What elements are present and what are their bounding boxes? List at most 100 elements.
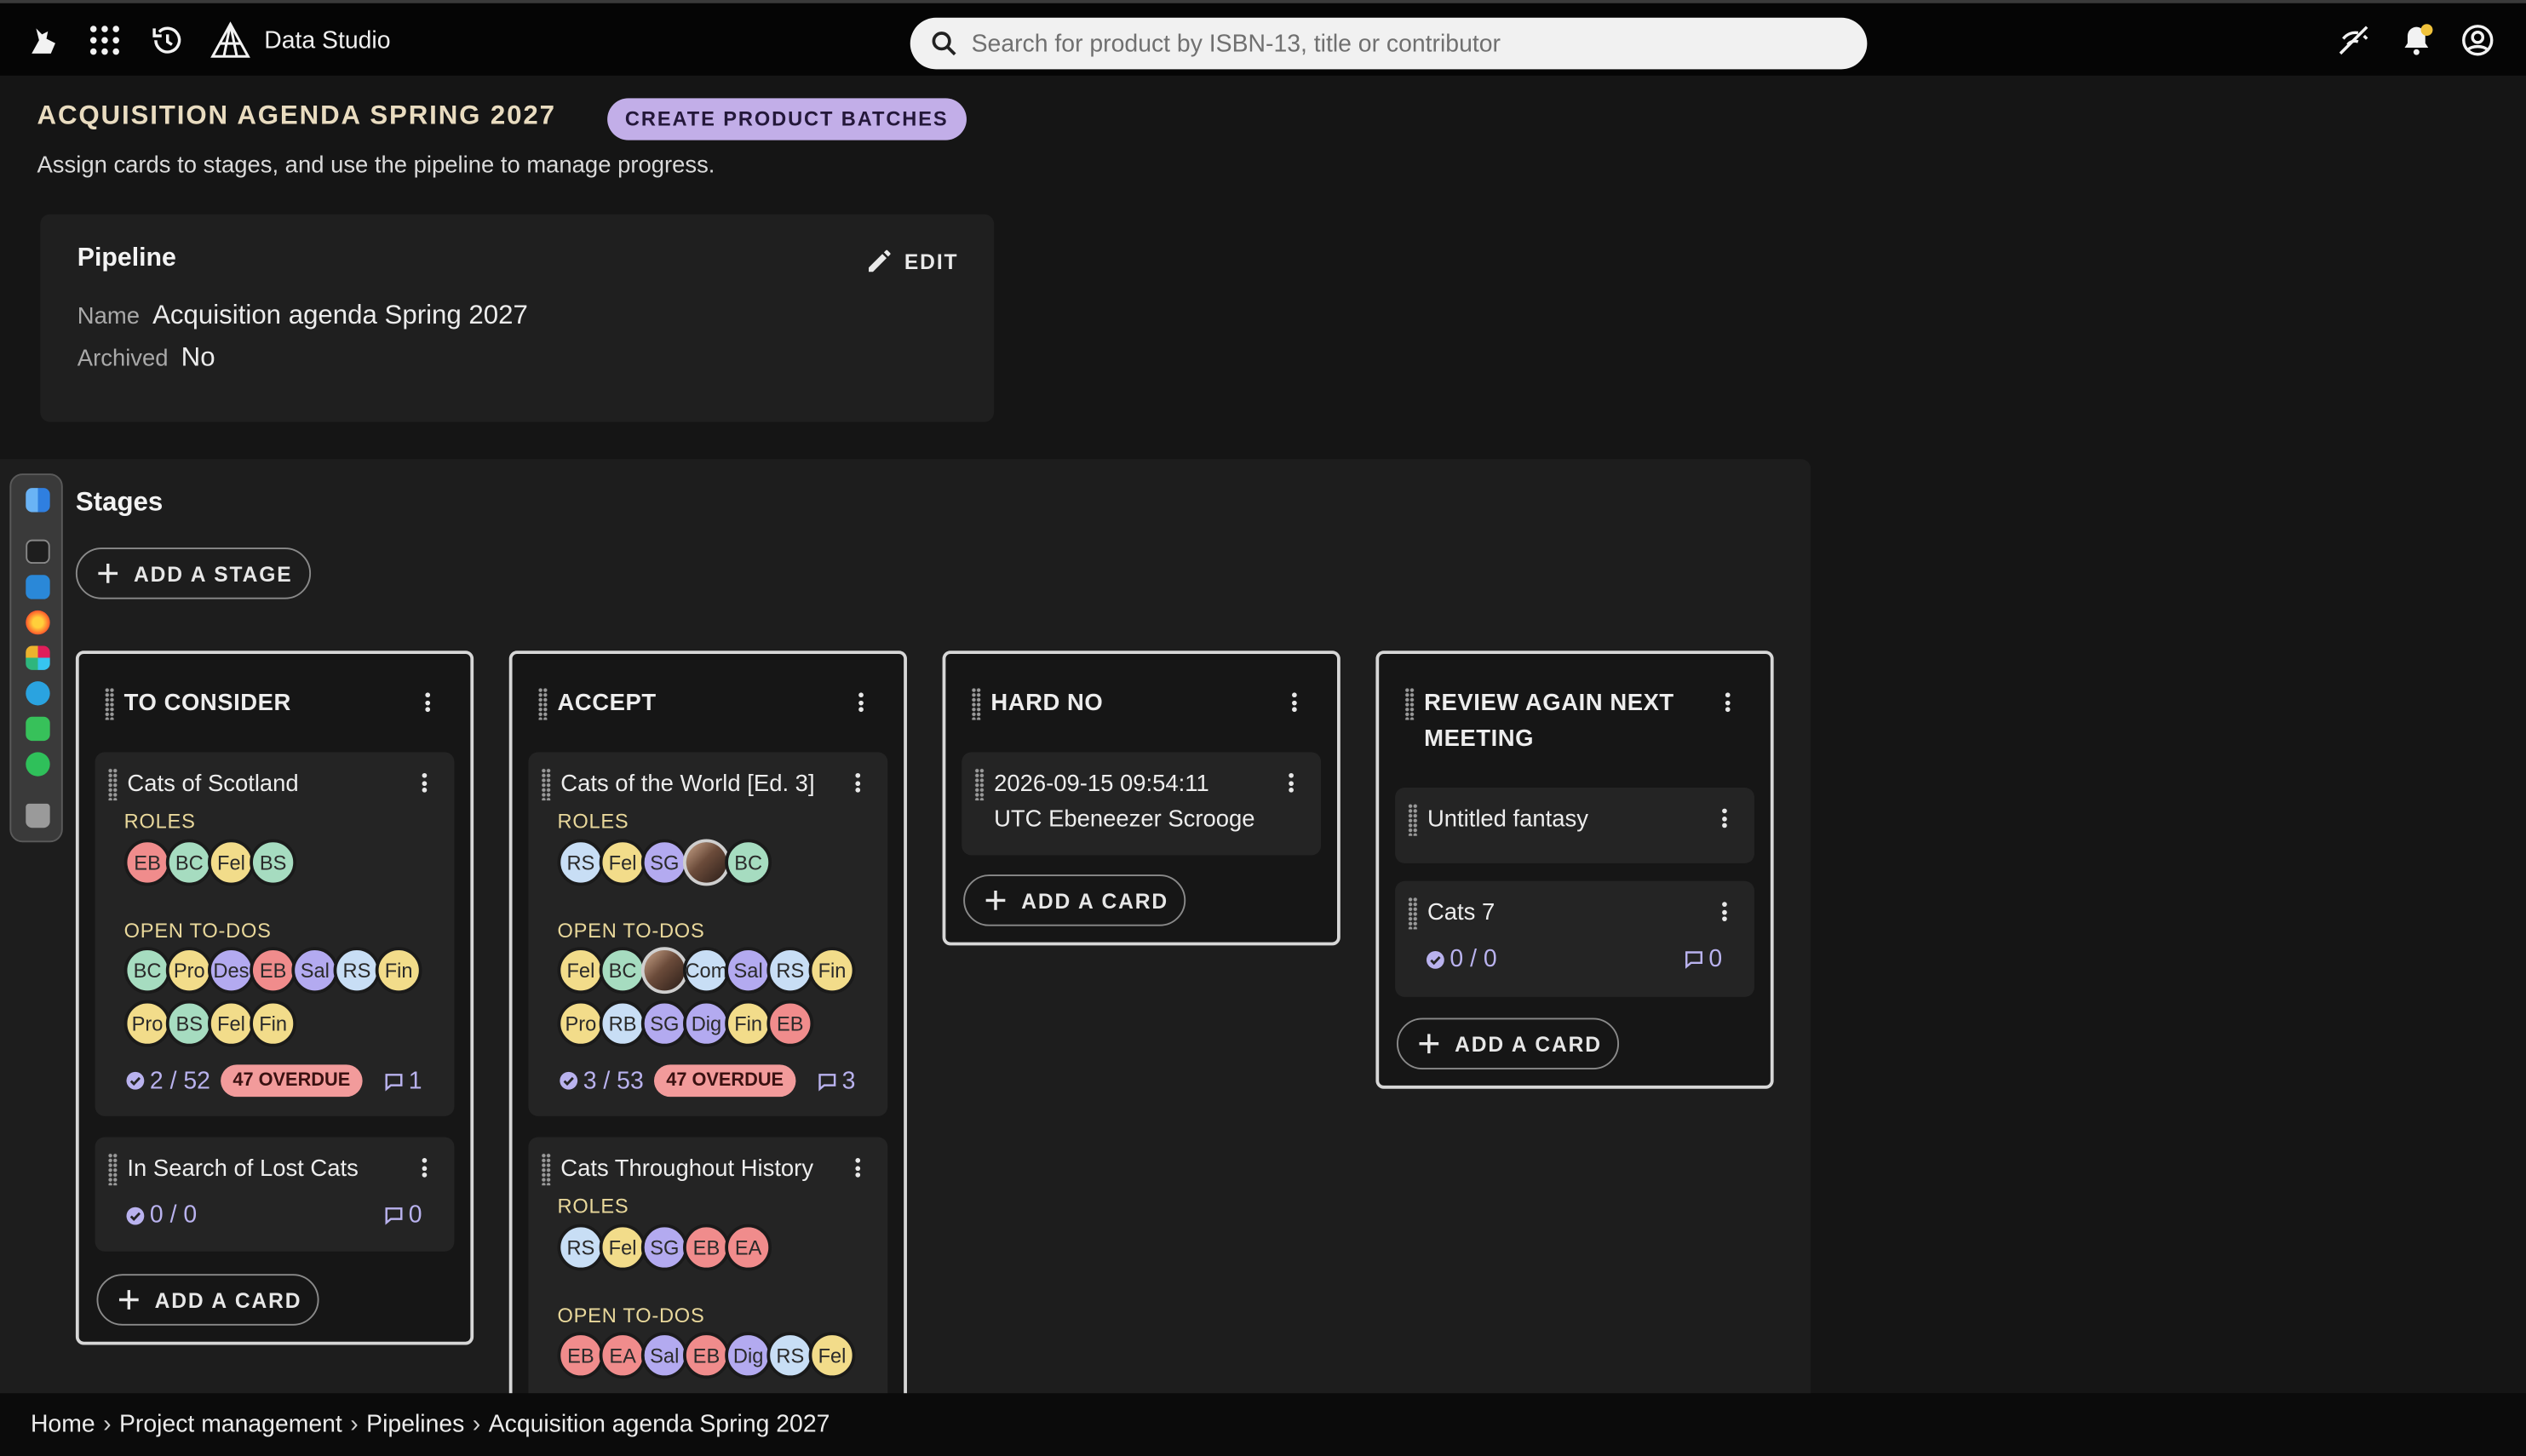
search-bar[interactable] <box>910 17 1868 70</box>
firefox-icon[interactable] <box>26 610 50 635</box>
pipeline-card[interactable]: Cats of Scotland ROLES EB BC Fel BS OPEN TO… <box>95 752 455 1116</box>
add-card-button[interactable]: ADD A CARD <box>963 874 1186 926</box>
avatar[interactable]: EB <box>250 947 297 995</box>
card-menu-icon[interactable] <box>849 1153 865 1182</box>
avatar[interactable]: Fel <box>208 839 255 886</box>
avatar[interactable]: EB <box>683 1224 730 1271</box>
avatar[interactable]: BS <box>165 1000 213 1047</box>
drag-handle-icon[interactable] <box>541 1153 551 1186</box>
comment-count[interactable]: 1 <box>383 1067 422 1094</box>
telegram-icon[interactable] <box>26 681 50 706</box>
offline-icon[interactable] <box>2334 21 2373 60</box>
avatar-photo[interactable] <box>683 839 730 886</box>
drag-handle-icon[interactable] <box>1408 803 1418 836</box>
avatar[interactable]: EB <box>123 839 171 886</box>
avatar[interactable]: Fin <box>250 1000 297 1047</box>
avatar[interactable]: BC <box>599 947 646 995</box>
drag-handle-icon[interactable] <box>107 1153 118 1186</box>
avatar[interactable]: SG <box>640 1224 688 1271</box>
card-menu-icon[interactable] <box>416 1153 432 1182</box>
avatar[interactable]: Fin <box>725 1000 772 1047</box>
drag-handle-icon[interactable] <box>971 687 981 720</box>
avatar[interactable]: EA <box>725 1224 772 1271</box>
drag-handle-icon[interactable] <box>537 687 548 720</box>
finder-icon[interactable] <box>26 488 50 513</box>
facetime-icon[interactable] <box>26 716 50 742</box>
pipeline-card[interactable]: 2026-09-15 09:54:11 UTC Ebeneezer Scroog… <box>962 752 1322 856</box>
avatar[interactable]: Pro <box>165 947 213 995</box>
avatar[interactable]: SG <box>640 1000 688 1047</box>
card-menu-icon[interactable] <box>1716 804 1732 833</box>
cat-logo-icon[interactable] <box>24 21 62 60</box>
avatar[interactable]: BC <box>123 947 171 995</box>
drag-handle-icon[interactable] <box>104 687 115 720</box>
stage-column-accept[interactable]: ACCEPT Cats of the World [Ed. 3] ROLES R… <box>508 651 907 1456</box>
avatar[interactable]: RS <box>557 839 605 886</box>
stage-menu-icon[interactable] <box>419 688 435 717</box>
app-brand[interactable]: Data Studio <box>210 21 391 60</box>
notifications-bell-icon[interactable] <box>2397 21 2436 60</box>
avatar[interactable]: Fel <box>208 1000 255 1047</box>
create-product-batches-button[interactable]: CREATE PRODUCT BATCHES <box>607 98 967 140</box>
history-icon[interactable] <box>148 21 187 60</box>
comment-count[interactable]: 0 <box>1683 945 1722 973</box>
edit-pipeline-button[interactable]: EDIT <box>865 246 958 275</box>
avatar[interactable]: Sal <box>291 947 339 995</box>
trash-icon[interactable] <box>26 803 50 828</box>
card-menu-icon[interactable] <box>1283 768 1299 797</box>
account-icon[interactable] <box>2459 21 2497 60</box>
breadcrumb-pipelines[interactable]: Pipelines <box>366 1411 464 1438</box>
avatar[interactable]: Pro <box>557 1000 605 1047</box>
avatar[interactable]: BS <box>250 839 297 886</box>
card-menu-icon[interactable] <box>1716 897 1732 926</box>
breadcrumb-project-management[interactable]: Project management <box>119 1411 342 1438</box>
stage-column-to-consider[interactable]: TO CONSIDER Cats of Scotland ROLES EB BC F… <box>75 651 474 1345</box>
avatar-photo[interactable] <box>640 947 688 995</box>
add-card-button[interactable]: ADD A CARD <box>96 1274 320 1326</box>
avatar[interactable]: Fin <box>808 947 856 995</box>
breadcrumb-home[interactable]: Home <box>31 1411 95 1438</box>
stage-column-hard-no[interactable]: HARD NO 2026-09-15 09:54:11 UTC Ebeneeze… <box>942 651 1341 946</box>
pipeline-card[interactable]: In Search of Lost Cats 0 / 0 0 <box>95 1137 455 1252</box>
pipeline-card[interactable]: Cats 7 0 / 0 0 <box>1395 880 1754 997</box>
avatar[interactable]: Dig <box>683 1000 730 1047</box>
avatar[interactable]: BC <box>165 839 213 886</box>
card-menu-icon[interactable] <box>416 768 432 797</box>
slack-icon[interactable] <box>26 645 50 670</box>
avatar[interactable]: Sal <box>640 1332 688 1379</box>
search-input[interactable] <box>971 29 1842 58</box>
comment-count[interactable]: 0 <box>383 1201 422 1229</box>
avatar[interactable]: EA <box>599 1332 646 1379</box>
drag-handle-icon[interactable] <box>107 768 118 801</box>
avatar[interactable]: RS <box>766 947 814 995</box>
drag-handle-icon[interactable] <box>1408 897 1418 930</box>
drag-handle-icon[interactable] <box>1404 687 1415 720</box>
avatar[interactable]: Fel <box>599 839 646 886</box>
drag-handle-icon[interactable] <box>974 768 985 801</box>
pipeline-card[interactable]: Cats of the World [Ed. 3] ROLES RS Fel SG B… <box>528 752 888 1116</box>
drag-handle-icon[interactable] <box>541 768 551 801</box>
avatar[interactable]: Fel <box>808 1332 856 1379</box>
avatar[interactable]: Fin <box>375 947 422 995</box>
vscode-icon[interactable] <box>26 575 50 599</box>
stage-menu-icon[interactable] <box>853 688 869 717</box>
pipeline-card[interactable]: Untitled fantasy <box>1395 787 1754 863</box>
avatar[interactable]: Des <box>208 947 255 995</box>
add-card-button[interactable]: ADD A CARD <box>1396 1017 1620 1070</box>
avatar[interactable]: RB <box>599 1000 646 1047</box>
apps-grid-icon[interactable] <box>85 21 123 60</box>
avatar[interactable]: EB <box>683 1332 730 1379</box>
add-stage-button[interactable]: ADD A STAGE <box>75 547 311 599</box>
avatar[interactable]: RS <box>333 947 381 995</box>
avatar[interactable]: EB <box>766 1000 814 1047</box>
avatar[interactable]: Dig <box>725 1332 772 1379</box>
stage-menu-icon[interactable] <box>1719 688 1735 717</box>
avatar[interactable]: Com <box>683 947 730 995</box>
comment-count[interactable]: 3 <box>816 1067 855 1094</box>
avatar[interactable]: Sal <box>725 947 772 995</box>
whatsapp-icon[interactable] <box>26 752 50 777</box>
stage-menu-icon[interactable] <box>1285 688 1301 717</box>
avatar[interactable]: Pro <box>123 1000 171 1047</box>
avatar[interactable]: Fel <box>557 947 605 995</box>
card-menu-icon[interactable] <box>849 768 865 797</box>
